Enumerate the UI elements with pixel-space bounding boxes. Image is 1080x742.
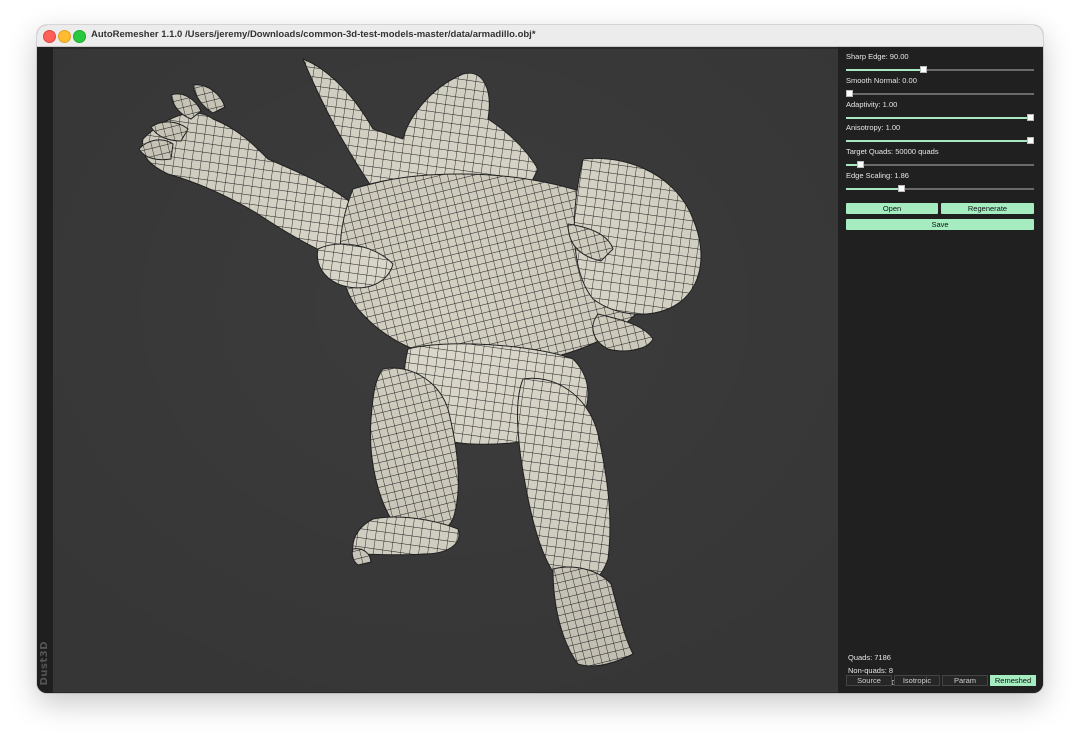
target-quads-label: Target Quads: 50000 quads [846, 147, 939, 156]
3d-viewport[interactable] [53, 49, 838, 692]
smooth-normal-slider[interactable] [846, 90, 1034, 97]
app-window: AutoRemesher 1.1.0 /Users/jeremy/Downloa… [37, 25, 1043, 693]
target-quads-control: Target Quads: 50000 quads [846, 147, 1036, 168]
anisotropy-slider[interactable] [846, 137, 1034, 144]
title-bar[interactable]: AutoRemesher 1.1.0 /Users/jeremy/Downloa… [37, 25, 1043, 47]
window-title: AutoRemesher 1.1.0 /Users/jeremy/Downloa… [91, 29, 536, 40]
quads-count: Quads: 7186 [848, 653, 891, 662]
sharp-edge-slider-fill [846, 69, 923, 71]
adaptivity-slider-knob[interactable] [1027, 114, 1034, 121]
adaptivity-control: Adaptivity: 1.00 [846, 100, 1036, 121]
edge-scaling-slider-knob[interactable] [898, 185, 905, 192]
open-button[interactable]: Open [846, 203, 938, 214]
edge-scaling-label: Edge Scaling: 1.86 [846, 171, 909, 180]
save-button[interactable]: Save [846, 219, 1034, 230]
regenerate-button[interactable]: Regenerate [941, 203, 1034, 214]
armadillo-mesh-render [53, 49, 838, 692]
view-mode-tabs: Source Isotropic Param Remeshed [846, 675, 1036, 686]
smooth-normal-label: Smooth Normal: 0.00 [846, 76, 917, 85]
adaptivity-slider[interactable] [846, 114, 1034, 121]
anisotropy-slider-fill [846, 140, 1034, 142]
app-content: Dust3D Sharp Edge: 90.00 Smooth Normal: … [37, 47, 1043, 693]
smooth-normal-slider-knob[interactable] [846, 90, 853, 97]
settings-panel: Sharp Edge: 90.00 Smooth Normal: 0.00 Ad… [838, 47, 1043, 693]
target-quads-slider[interactable] [846, 161, 1034, 168]
left-gutter: Dust3D [37, 47, 53, 693]
minimize-window-button[interactable] [58, 30, 71, 43]
edge-scaling-slider[interactable] [846, 185, 1034, 192]
anisotropy-control: Anisotropy: 1.00 [846, 123, 1036, 144]
edge-scaling-slider-fill [846, 188, 901, 190]
sharp-edge-control: Sharp Edge: 90.00 [846, 52, 1036, 73]
sharp-edge-slider[interactable] [846, 66, 1034, 73]
tab-param[interactable]: Param [942, 675, 988, 686]
anisotropy-slider-knob[interactable] [1027, 137, 1034, 144]
target-quads-slider-fill [846, 164, 857, 166]
smooth-normal-control: Smooth Normal: 0.00 [846, 76, 1036, 97]
sharp-edge-slider-knob[interactable] [920, 66, 927, 73]
maximize-window-button[interactable] [73, 30, 86, 43]
target-quads-slider-knob[interactable] [857, 161, 864, 168]
adaptivity-slider-fill [846, 117, 1034, 119]
sharp-edge-label: Sharp Edge: 90.00 [846, 52, 909, 61]
viewport-vignette [53, 49, 838, 692]
close-window-button[interactable] [43, 30, 56, 43]
dust3d-logo: Dust3D [39, 640, 50, 685]
adaptivity-label: Adaptivity: 1.00 [846, 100, 898, 109]
tab-isotropic[interactable]: Isotropic [894, 675, 940, 686]
edge-scaling-control: Edge Scaling: 1.86 [846, 171, 1036, 192]
tab-source[interactable]: Source [846, 675, 892, 686]
anisotropy-label: Anisotropy: 1.00 [846, 123, 901, 132]
tab-remeshed[interactable]: Remeshed [990, 675, 1036, 686]
